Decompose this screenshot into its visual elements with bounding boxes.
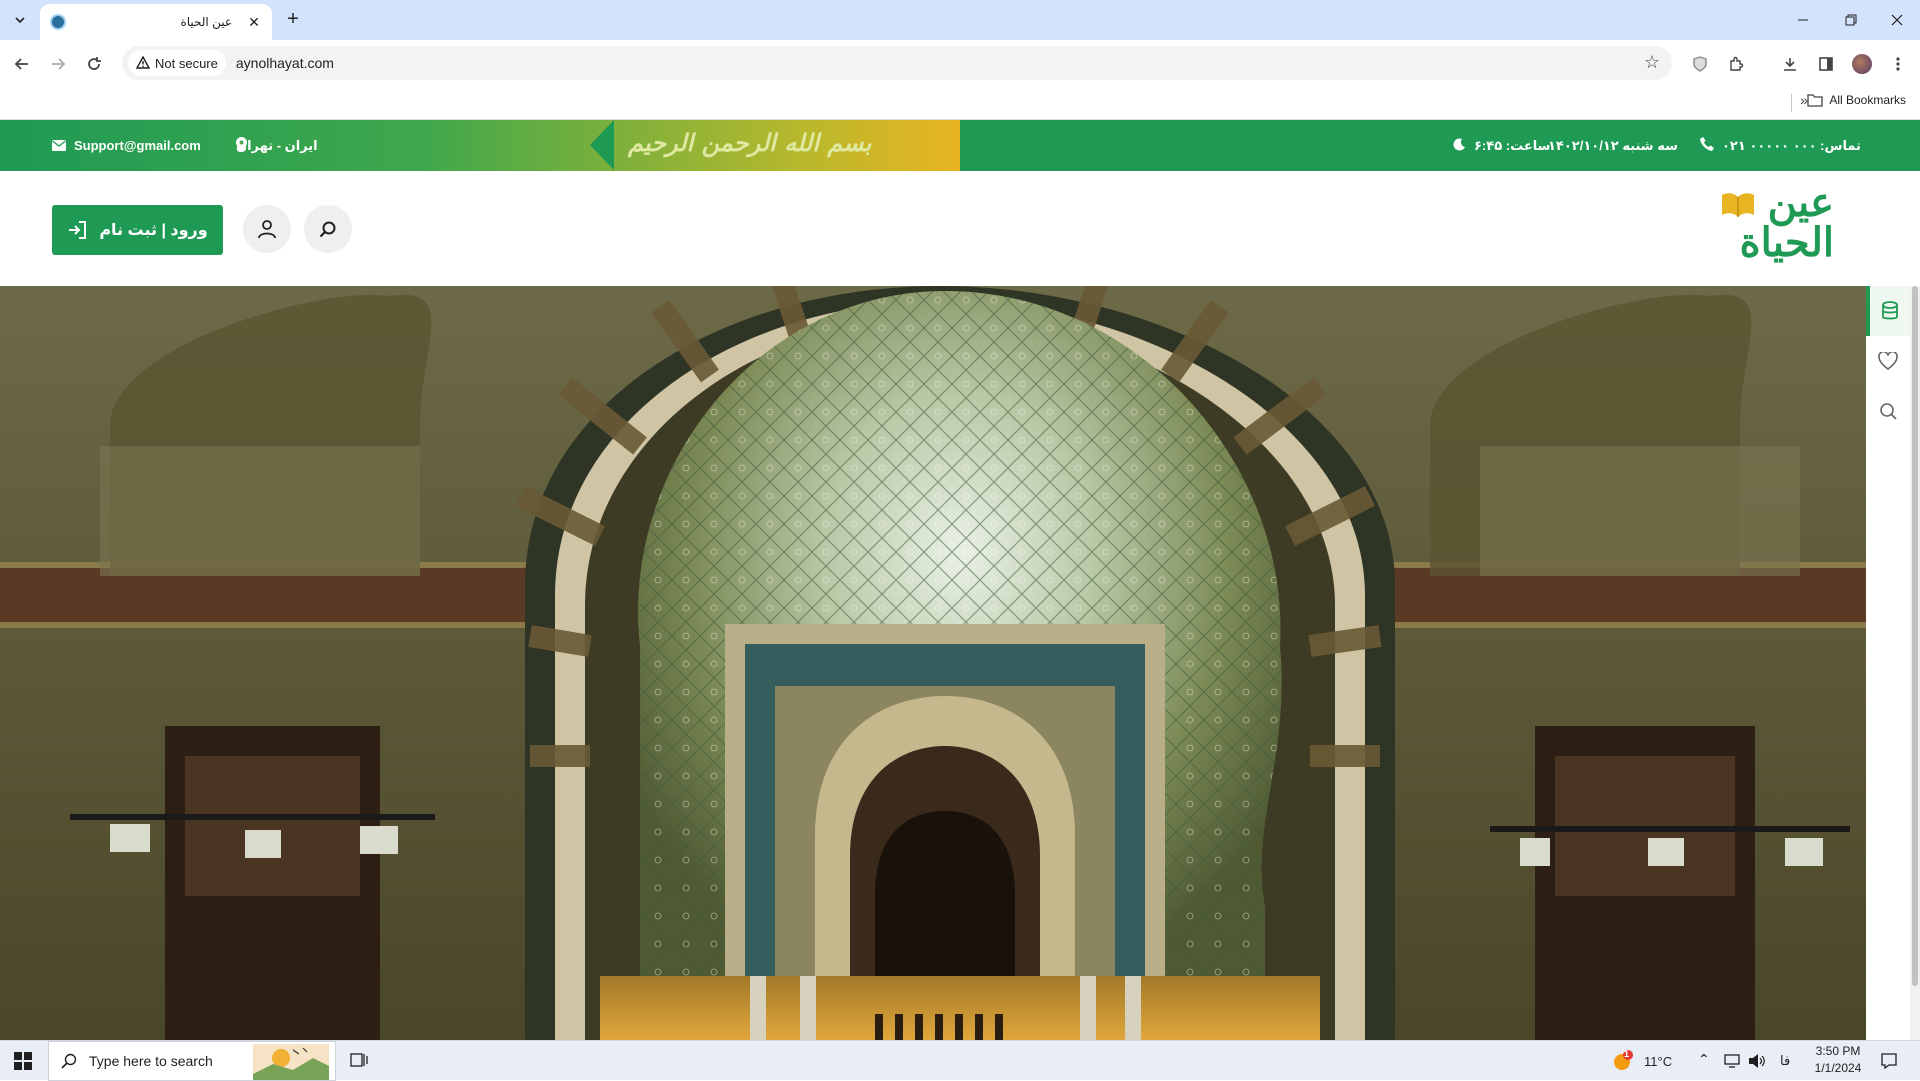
forward-button[interactable] xyxy=(44,50,72,78)
site-logo[interactable]: عين الحياة xyxy=(1714,181,1834,273)
minimize-icon xyxy=(1798,19,1808,21)
basmala-calligraphy: بسم الله الرحمن الرحيم xyxy=(628,128,872,157)
phone-icon xyxy=(1700,137,1714,151)
open-book-icon xyxy=(1722,193,1754,217)
topbar-email[interactable]: Support@gmail.com xyxy=(52,120,201,171)
arrow-left-icon xyxy=(14,58,28,70)
security-chip[interactable]: Not secure xyxy=(128,50,226,76)
topbar-contact[interactable]: تماس: ۰۰۰ ۰۰۰۰۰ ۰۲۱ xyxy=(1722,120,1861,171)
task-view-button[interactable] xyxy=(350,1051,368,1074)
address-bar[interactable]: Not secure aynolhayat.com ☆ xyxy=(122,46,1672,80)
notification-icon xyxy=(1881,1053,1897,1070)
search-icon xyxy=(1880,403,1897,420)
scrollbar-thumb[interactable] xyxy=(1912,286,1918,986)
task-view-icon xyxy=(350,1053,368,1067)
volume-icon[interactable] xyxy=(1748,1053,1766,1074)
side-tool-favorites[interactable] xyxy=(1866,336,1910,386)
location-pin-icon xyxy=(236,137,247,152)
browser-tabstrip: عين الحياة ✕ + xyxy=(0,0,1920,40)
clock-time: 3:50 PM xyxy=(1815,1044,1861,1058)
heart-icon xyxy=(1878,352,1898,370)
minimize-button[interactable] xyxy=(1780,0,1826,40)
topbar-date: سه شنبه ۱۴۰۲/۱۰/۱۲ xyxy=(1548,120,1678,171)
mosque-mihrab-illustration xyxy=(0,286,1866,1040)
reload-button[interactable] xyxy=(80,50,108,78)
envelope-icon xyxy=(52,140,66,151)
close-icon xyxy=(1891,14,1903,26)
topbar-location: ایران - تهران xyxy=(236,120,318,171)
windows-logo-icon xyxy=(14,1052,32,1070)
profile-avatar[interactable] xyxy=(1848,50,1876,78)
topbar-wedge xyxy=(590,120,614,170)
bookmark-star-icon[interactable]: ☆ xyxy=(1644,52,1660,73)
restore-icon xyxy=(1845,14,1857,26)
arrow-right-icon xyxy=(52,58,66,70)
notifications-button[interactable] xyxy=(1880,1052,1898,1075)
windows-taskbar: Type here to search 1 11°C ⌃ فا 3:50 PM … xyxy=(0,1040,1920,1081)
taskbar-search-box[interactable]: Type here to search xyxy=(48,1041,336,1081)
logo-text-line2: الحياة xyxy=(1739,219,1834,266)
side-panel-icon[interactable] xyxy=(1812,50,1840,78)
clock[interactable]: 3:50 PM 1/1/2024 xyxy=(1810,1044,1866,1075)
topbar-location-text: ایران - تهران xyxy=(236,137,318,153)
weather-temperature[interactable]: 11°C xyxy=(1644,1054,1672,1069)
tray-overflow-icon[interactable]: ⌃ xyxy=(1698,1051,1710,1068)
side-tools-panel xyxy=(1866,286,1910,1040)
search-icon xyxy=(61,1053,77,1069)
clock-date: 1/1/2024 xyxy=(1814,1061,1862,1075)
all-bookmarks-label: All Bookmarks xyxy=(1829,93,1906,107)
search-icon xyxy=(319,221,336,238)
menu-kebab-icon[interactable] xyxy=(1884,50,1912,78)
bookmarks-bar: » All Bookmarks xyxy=(0,86,1920,120)
sun-cloud-icon xyxy=(1614,1050,1633,1070)
user-icon xyxy=(258,220,276,239)
warning-triangle-icon xyxy=(136,56,150,69)
reload-icon xyxy=(88,57,101,70)
all-bookmarks-button[interactable]: All Bookmarks xyxy=(1807,93,1906,107)
moon-icon xyxy=(1453,138,1465,151)
page-scrollbar[interactable] xyxy=(1910,286,1920,1040)
tab-close-icon[interactable]: ✕ xyxy=(246,14,262,30)
chevron-down-icon xyxy=(15,17,25,24)
restore-button[interactable] xyxy=(1828,0,1874,40)
login-register-button[interactable]: ورود | ثبت نام xyxy=(52,205,223,255)
network-icon[interactable] xyxy=(1724,1053,1742,1074)
side-tool-database[interactable] xyxy=(1866,286,1910,336)
url-text[interactable]: aynolhayat.com xyxy=(236,55,334,71)
tab-title: عين الحياة xyxy=(180,15,232,29)
site-favicon-icon xyxy=(50,14,66,30)
shield-extension-icon[interactable] xyxy=(1686,50,1714,78)
account-button[interactable] xyxy=(243,205,291,253)
bookmarks-divider xyxy=(1791,94,1792,112)
side-tool-search[interactable] xyxy=(1866,386,1910,436)
back-button[interactable] xyxy=(8,50,36,78)
weather-badge: 1 xyxy=(1624,1049,1630,1059)
topbar-contact-text: تماس: ۰۰۰ ۰۰۰۰۰ ۰۲۱ xyxy=(1722,137,1861,153)
sign-in-icon xyxy=(69,221,87,239)
hero-image xyxy=(0,286,1866,1040)
new-tab-button[interactable]: + xyxy=(282,9,304,31)
input-language[interactable]: فا xyxy=(1780,1053,1790,1069)
search-button[interactable] xyxy=(304,205,352,253)
download-icon[interactable] xyxy=(1776,50,1804,78)
topbar-date-text: سه شنبه ۱۴۰۲/۱۰/۱۲ xyxy=(1548,137,1678,153)
security-label: Not secure xyxy=(155,55,218,71)
start-button[interactable] xyxy=(0,1041,46,1081)
taskbar-search-placeholder: Type here to search xyxy=(89,1053,213,1069)
tab-search-button[interactable] xyxy=(8,8,32,32)
topbar-time-text: ساعت: ۶:۴۵ xyxy=(1474,137,1551,153)
folder-icon xyxy=(1807,94,1823,107)
search-highlight-image xyxy=(253,1044,329,1080)
extensions-puzzle-icon[interactable] xyxy=(1722,50,1750,78)
topbar-email-text: Support@gmail.com xyxy=(74,138,201,153)
login-register-label: ورود | ثبت نام xyxy=(99,222,208,239)
browser-tab-active[interactable]: عين الحياة ✕ xyxy=(40,4,272,40)
database-icon xyxy=(1882,301,1898,320)
site-header: ورود | ثبت نام عين الحياة xyxy=(0,171,1920,286)
topbar-time: ساعت: ۶:۴۵ xyxy=(1474,120,1550,171)
weather-widget-icon[interactable]: 1 xyxy=(1612,1049,1634,1072)
close-window-button[interactable] xyxy=(1874,0,1920,40)
site-topbar: Support@gmail.com ایران - تهران بسم الله… xyxy=(0,120,1920,171)
